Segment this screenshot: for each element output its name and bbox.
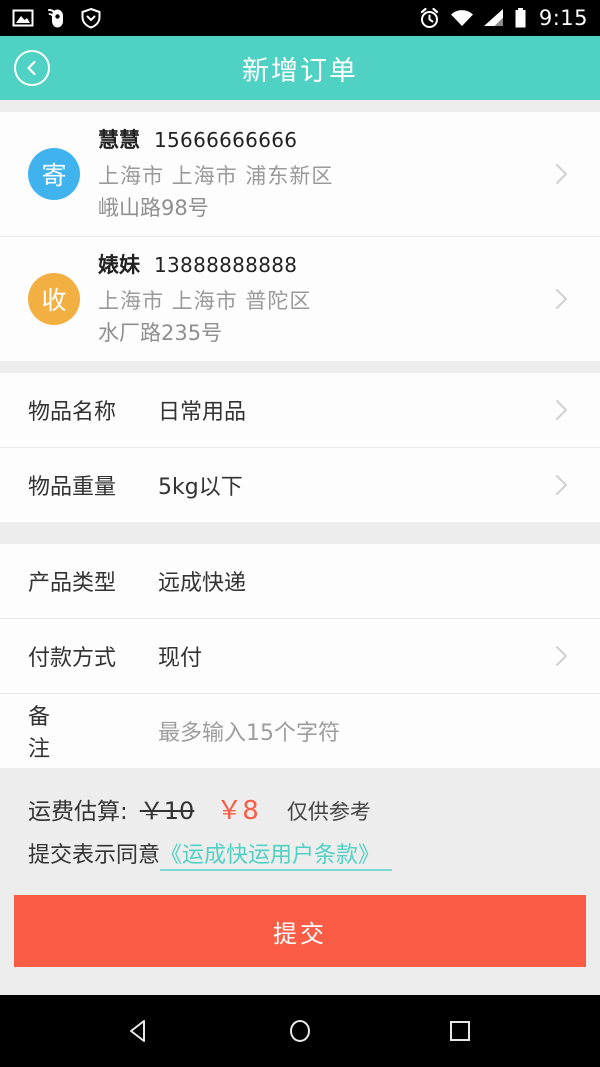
chevron-left-icon [27, 60, 36, 76]
item-weight-row[interactable]: 物品重量 5kg以下 [0, 448, 600, 522]
page-title: 新增订单 [242, 55, 358, 87]
sender-badge: 寄 [28, 148, 80, 201]
recipient-address-row[interactable]: 收 婊妹 13888888888 上海市 上海市 普陀区 水厂路235号 [0, 237, 600, 361]
wifi-icon [450, 10, 473, 26]
phone-screen: 9:15 新增订单 寄 慧慧 15666666666 上海市 上海市 浦东新区 … [0, 0, 600, 1067]
product-type-label: 产品类型 [28, 571, 117, 597]
battery-icon [515, 8, 526, 28]
chevron-right-icon [556, 164, 567, 185]
recipient-badge: 收 [28, 273, 80, 326]
sender-phone: 15666666666 [154, 128, 298, 152]
fee-block: 运费估算: ￥10 ￥8 仅供参考 提交表示同意 《运成快运用户条款》 [0, 768, 600, 890]
nav-recents-button[interactable] [445, 1016, 475, 1046]
status-bar: 9:15 [0, 0, 600, 36]
fee-label: 运费估算: [28, 799, 128, 826]
payment-method-value: 现付 [158, 646, 203, 672]
spacer-top [0, 100, 600, 112]
item-weight-value: 5kg以下 [158, 475, 243, 501]
status-bar-right-icons: 9:15 [418, 6, 588, 30]
item-name-label: 物品名称 [28, 400, 117, 426]
submit-button[interactable]: 提交 [14, 895, 586, 968]
sender-name: 慧慧 [98, 128, 140, 152]
image-icon [12, 9, 34, 27]
recipient-name: 婊妹 [98, 253, 140, 278]
nav-home-button[interactable] [285, 1016, 315, 1046]
fee-note: 仅供参考 [286, 800, 371, 825]
recipient-info: 婊妹 13888888888 上海市 上海市 普陀区 水厂路235号 [98, 249, 546, 349]
signal-icon [483, 9, 503, 26]
product-type-row[interactable]: 产品类型 远成快递 [0, 544, 600, 618]
terms-prefix: 提交表示同意 [28, 843, 161, 869]
item-name-value: 日常用品 [158, 400, 247, 426]
item-weight-label: 物品重量 [28, 475, 117, 501]
back-triangle-icon [130, 1020, 145, 1042]
mouse-icon [48, 9, 63, 28]
fee-original-price: ￥10 [139, 797, 195, 826]
sender-name-phone: 慧慧 15666666666 [98, 124, 546, 154]
submit-area: 提交 [0, 889, 600, 968]
nav-back-button[interactable] [125, 1016, 155, 1046]
fee-current-price: ￥8 [216, 796, 259, 827]
item-details-card: 物品名称 日常用品 物品重量 5kg以下 [0, 373, 600, 523]
item-name-row[interactable]: 物品名称 日常用品 [0, 373, 600, 447]
back-button[interactable] [14, 50, 50, 86]
sender-address-row[interactable]: 寄 慧慧 15666666666 上海市 上海市 浦东新区 峨山路98号 [0, 112, 600, 236]
terms-link[interactable]: 《运成快运用户条款》 [160, 837, 393, 872]
chevron-right-icon [556, 646, 567, 667]
order-options-card: 产品类型 远成快递 付款方式 现付 备 注 最多输入15个字符 [0, 544, 600, 769]
android-nav-bar [0, 995, 600, 1067]
spacer-after-address [0, 361, 600, 374]
recipient-phone: 13888888888 [154, 253, 298, 278]
terms-agreement: 提交表示同意 《运成快运用户条款》 [28, 837, 600, 872]
form-content: 寄 慧慧 15666666666 上海市 上海市 浦东新区 峨山路98号 收 婊… [0, 100, 600, 995]
chevron-right-icon [556, 289, 567, 310]
payment-method-label: 付款方式 [28, 646, 117, 672]
recipient-region: 上海市 上海市 普陀区 [98, 289, 312, 314]
address-card: 寄 慧慧 15666666666 上海市 上海市 浦东新区 峨山路98号 收 婊… [0, 112, 600, 362]
home-circle-icon [290, 1020, 310, 1042]
payment-method-row[interactable]: 付款方式 现付 [0, 619, 600, 693]
sender-region: 上海市 上海市 浦东新区 [98, 164, 334, 188]
recipient-name-phone: 婊妹 13888888888 [98, 249, 546, 279]
recipient-street: 水厂路235号 [98, 320, 223, 345]
spacer-after-item [0, 522, 600, 545]
status-bar-clock: 9:15 [538, 6, 588, 30]
chevron-right-icon [556, 400, 567, 421]
app-bar: 新增订单 [0, 36, 600, 100]
remark-label: 备 注 [28, 705, 109, 763]
fee-summary: 运费估算: ￥10 ￥8 仅供参考 [28, 790, 600, 827]
product-type-value: 远成快递 [158, 571, 247, 597]
alarm-icon [420, 7, 438, 28]
shield-icon [81, 7, 101, 29]
chevron-right-icon [556, 475, 567, 496]
sender-info: 慧慧 15666666666 上海市 上海市 浦东新区 峨山路98号 [98, 124, 546, 224]
status-bar-left-icons [12, 7, 102, 29]
recents-square-icon [450, 1021, 470, 1041]
remark-row[interactable]: 备 注 最多输入15个字符 [0, 694, 600, 768]
remark-input[interactable]: 最多输入15个字符 [158, 715, 600, 747]
sender-street: 峨山路98号 [98, 195, 209, 220]
